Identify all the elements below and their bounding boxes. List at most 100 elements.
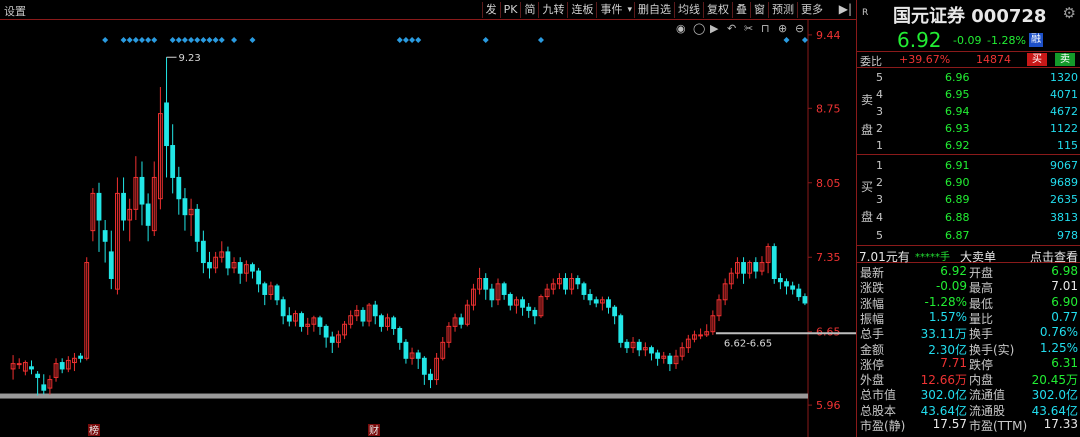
settings-button[interactable]: 设置: [4, 3, 26, 19]
candlestick-chart[interactable]: 9.44 8.75 8.05 7.35 6.65 5.96 6.62-6.65 9.23 ◉ ◯ ▶…: [0, 20, 856, 437]
candle-body: [170, 145, 176, 178]
candle-body: [139, 176, 145, 205]
bid-level: 4: [876, 211, 883, 224]
margin-trading-badge: 融: [1029, 33, 1043, 47]
kline-chart-area[interactable]: 设置 发 PK 简九转 连板 事件 ▾ 删自选 均线 复权叠窗预测 更多 ▶| 9.44 8.75 8…: [0, 0, 856, 437]
buy-button[interactable]: 买: [1027, 53, 1047, 66]
toolbar-item[interactable]: 九转: [538, 2, 567, 18]
event-marker-icon: [126, 37, 133, 43]
candle-body: [532, 309, 538, 317]
event-marker-icon: [415, 37, 422, 43]
candle-body: [753, 262, 759, 272]
ask-level: 3: [876, 105, 883, 118]
stat-row: 最新 6.92 开盘 6.98: [857, 264, 1080, 280]
candle-body: [483, 278, 489, 290]
candle-body: [96, 192, 102, 221]
ask-row[interactable]: 3 6.94 4672: [857, 104, 1080, 120]
toolbar-item[interactable]: 叠: [732, 2, 750, 18]
toolbar-item[interactable]: 删自选: [634, 2, 674, 18]
candle-body: [225, 251, 231, 269]
candle-body: [771, 246, 777, 280]
candle-body: [250, 264, 255, 272]
bid-volume: 9689: [1050, 176, 1078, 189]
stat-value: 6.92: [940, 264, 967, 278]
event-marker-icon: [482, 37, 489, 43]
candle-body: [581, 283, 587, 295]
event-marker-icon: [102, 37, 109, 43]
stat-value: 0.76%: [1039, 325, 1078, 340]
candle-body: [489, 288, 495, 301]
ask-volume: 1320: [1050, 71, 1078, 84]
view-details-link[interactable]: 点击查看: [1030, 248, 1078, 265]
candle-body: [507, 293, 513, 306]
candle-body: [526, 306, 532, 311]
toolbar-item[interactable]: 发: [481, 2, 500, 18]
stat-value: -0.09: [935, 279, 967, 294]
candle-body: [741, 262, 746, 274]
ask-price: 6.95: [945, 88, 970, 101]
toolbar-item[interactable]: 窗: [750, 2, 768, 18]
bid-row[interactable]: 2 6.90 9689: [857, 175, 1080, 191]
bid-level: 1: [876, 159, 883, 172]
ask-row[interactable]: 1 6.92 115: [857, 138, 1080, 154]
dropdown-arrow-icon[interactable]: ▾: [625, 2, 634, 18]
toolbar-item[interactable]: 连板: [567, 2, 596, 18]
candle-body: [280, 299, 286, 317]
candle-body: [802, 296, 808, 304]
candle-body: [237, 262, 243, 274]
toolbar-item[interactable]: PK: [499, 2, 521, 18]
stat-row: 总手 33.11万 换手 0.76%: [857, 325, 1080, 341]
ask-row[interactable]: 4 6.95 4071: [857, 87, 1080, 103]
stat-row: 振幅 1.57% 量比 0.77: [857, 309, 1080, 326]
stat-value: 7.01: [1051, 279, 1078, 294]
y-tick-label: 5.96: [816, 399, 841, 412]
pin-icon[interactable]: ▶|: [839, 2, 852, 16]
toolbar-item[interactable]: 均线: [674, 2, 703, 18]
bid-price: 6.89: [945, 193, 970, 206]
bid-book: 买 盘 1 6.91 9067 2 6.90 9689 3 6.89 2635 …: [857, 156, 1080, 246]
ask-row[interactable]: 5 6.96 1320: [857, 70, 1080, 86]
toolbar-item[interactable]: 更多: [797, 2, 826, 18]
big-order-hidden-volume: *****手: [915, 252, 950, 263]
candle-body: [41, 384, 47, 391]
chart-tool-icon: ⊖: [795, 22, 804, 35]
event-marker-icon: [206, 37, 213, 43]
bottom-event-label: 财: [369, 424, 379, 437]
big-order-row[interactable]: 7.01元有 *****手 大卖单 点击查看: [857, 247, 1080, 265]
candle-body: [299, 313, 304, 327]
sell-button[interactable]: 卖: [1055, 53, 1075, 66]
bid-row[interactable]: 1 6.91 9067: [857, 158, 1080, 174]
bid-row[interactable]: 5 6.87 978: [857, 228, 1080, 244]
toolbar-item[interactable]: 复权: [703, 2, 732, 18]
bid-row[interactable]: 3 6.89 2635: [857, 192, 1080, 208]
candle-body: [624, 341, 630, 349]
candle-body: [200, 240, 206, 264]
event-marker-icon: [169, 37, 176, 43]
toolbar-item[interactable]: 事件: [596, 2, 625, 18]
candle-body: [274, 285, 280, 301]
candle-body: [790, 285, 796, 290]
stat-value: 17.57: [932, 417, 967, 431]
candle-body: [176, 176, 182, 200]
candle-body: [378, 315, 384, 327]
candle-body: [575, 278, 581, 285]
chart-toolbar: 设置 发 PK 简九转 连板 事件 ▾ 删自选 均线 复权叠窗预测 更多 ▶|: [0, 0, 856, 20]
candle-body: [16, 363, 22, 366]
toolbar-item[interactable]: 简: [520, 2, 538, 18]
toolbar-item[interactable]: 预测: [768, 2, 797, 18]
stat-value: 6.98: [1051, 264, 1078, 278]
chart-tool-icon: ▶: [710, 22, 719, 35]
candle-body: [194, 208, 200, 242]
order-ratio-label: 委比: [860, 55, 882, 68]
candle-body: [35, 373, 41, 378]
ask-level: 2: [876, 122, 883, 135]
ask-row[interactable]: 2 6.93 1122: [857, 121, 1080, 137]
gear-icon[interactable]: ⚙: [1063, 4, 1076, 22]
candle-body: [698, 334, 703, 337]
candle-body: [501, 283, 507, 295]
event-marker-icon: [120, 37, 127, 43]
bid-row[interactable]: 4 6.88 3813: [857, 210, 1080, 226]
stat-value: 1.57%: [928, 309, 967, 324]
stat-row: 市盈(静) 17.57 市盈(TTM) 17.33: [857, 417, 1080, 433]
stat-value: -1.28%: [924, 294, 967, 309]
